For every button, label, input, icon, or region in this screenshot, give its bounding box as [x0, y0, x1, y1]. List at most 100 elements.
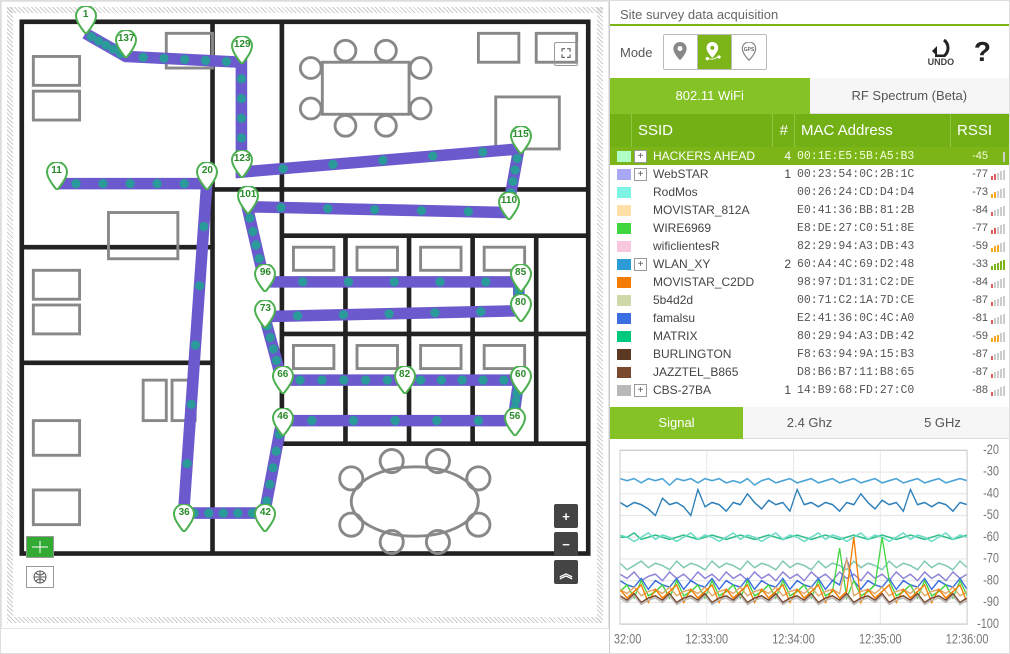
network-row[interactable]: JAZZTEL_B865D8:B6:B7:11:B8:65-87	[610, 363, 1009, 381]
svg-text:-80: -80	[983, 572, 999, 587]
mode-point-button[interactable]	[664, 35, 698, 69]
survey-waypoint[interactable]: 129	[230, 36, 254, 64]
survey-waypoint[interactable]: 1	[74, 6, 98, 34]
network-row[interactable]: +WebSTAR100:23:54:0C:2B:1C-77	[610, 165, 1009, 183]
network-row[interactable]: wificlientesR82:29:94:A3:DB:43-59	[610, 237, 1009, 255]
network-row[interactable]: 5b4d2d00:71:C2:1A:7D:CE-87	[610, 291, 1009, 309]
network-row[interactable]: BURLINGTONF8:63:94:9A:15:B3-87	[610, 345, 1009, 363]
survey-waypoint[interactable]: 36	[172, 504, 196, 532]
mode-gps-button[interactable]: GPS	[732, 35, 766, 69]
network-row[interactable]: +WLAN_XY260:A4:4C:69:D2:48-33	[610, 255, 1009, 273]
network-row[interactable]: famalsuE2:41:36:0C:4C:A0-81	[610, 309, 1009, 327]
signal-chart: -20-30-40-50-60-70-80-90-10012:32:0012:3…	[610, 439, 1009, 653]
waypoint-number: 96	[253, 267, 277, 278]
fullscreen-button[interactable]: ⛶	[554, 42, 578, 66]
network-row[interactable]: WIRE6969E8:DE:27:C0:51:8E-77	[610, 219, 1009, 237]
survey-waypoint[interactable]: 73	[253, 300, 277, 328]
undo-button[interactable]: UNDO	[926, 37, 956, 67]
minus-icon: −	[562, 537, 570, 552]
band-tabs: 802.11 WiFi RF Spectrum (Beta)	[610, 78, 1009, 114]
waypoint-number: 137	[114, 33, 138, 44]
network-row[interactable]: MATRIX80:29:94:A3:DB:42-59	[610, 327, 1009, 345]
network-row[interactable]: +HACKERS AHEAD400:1E:E5:5B:A5:B3-45	[610, 147, 1009, 165]
svg-text:-20: -20	[983, 443, 999, 457]
network-rssi: -87	[951, 366, 1005, 378]
tab-rf-spectrum[interactable]: RF Spectrum (Beta)	[810, 78, 1010, 114]
expand-icon[interactable]: +	[634, 150, 647, 163]
network-count: 4	[783, 149, 797, 163]
network-count: 2	[783, 257, 797, 271]
floor-selector-button[interactable]	[26, 536, 54, 558]
survey-waypoint[interactable]: 85	[509, 264, 533, 292]
col-count[interactable]: #	[773, 114, 795, 147]
network-row[interactable]: RodMos00:26:24:CD:D4:D4-73	[610, 183, 1009, 201]
survey-waypoint[interactable]: 110	[497, 192, 521, 220]
survey-waypoint[interactable]: 60	[509, 366, 533, 394]
globe-icon	[33, 570, 47, 584]
svg-text:-60: -60	[983, 529, 999, 544]
col-rssi[interactable]: RSSI	[951, 114, 1009, 147]
network-color-swatch	[617, 187, 631, 198]
network-color-swatch	[617, 169, 631, 180]
collapse-button[interactable]: ︽	[554, 560, 578, 584]
network-ssid: JAZZTEL_B865	[653, 365, 783, 379]
network-table-body[interactable]: +HACKERS AHEAD400:1E:E5:5B:A5:B3-45+WebS…	[610, 147, 1009, 399]
tab-24ghz[interactable]: 2.4 Ghz	[743, 407, 876, 439]
waypoint-number: 66	[271, 369, 295, 380]
svg-text:12:32:00: 12:32:00	[614, 632, 641, 647]
col-ssid[interactable]: SSID	[632, 114, 773, 147]
mode-selector: GPS	[663, 34, 767, 70]
survey-waypoint[interactable]: 82	[393, 366, 417, 394]
svg-text:12:33:00: 12:33:00	[685, 632, 728, 647]
survey-waypoint[interactable]: 96	[253, 264, 277, 292]
tab-wifi[interactable]: 802.11 WiFi	[610, 78, 810, 114]
zoom-out-button[interactable]: −	[554, 532, 578, 556]
survey-waypoint[interactable]: 66	[271, 366, 295, 394]
survey-waypoint[interactable]: 101	[236, 186, 260, 214]
svg-text:-50: -50	[983, 507, 999, 522]
undo-label: UNDO	[928, 57, 955, 67]
network-color-swatch	[617, 259, 631, 270]
network-mac: 00:23:54:0C:2B:1C	[797, 168, 951, 181]
survey-waypoint[interactable]: 20	[195, 162, 219, 190]
network-count: 1	[783, 167, 797, 181]
network-row[interactable]: MOVISTAR_C2DD98:97:D1:31:C2:DE-84	[610, 273, 1009, 291]
expand-icon[interactable]: +	[634, 384, 647, 397]
tab-5ghz[interactable]: 5 GHz	[876, 407, 1009, 439]
gps-pin-icon: GPS	[740, 42, 758, 62]
survey-waypoint[interactable]: 80	[509, 294, 533, 322]
network-ssid: RodMos	[653, 185, 783, 199]
survey-waypoint[interactable]: 11	[45, 162, 69, 190]
floor-plan-panel: 1 137 129 11 20 123 115 101 110 96 85 73 80 66 82 60 46 5…	[1, 1, 609, 653]
network-row[interactable]: MOVISTAR_812AE0:41:36:BB:81:2B-84	[610, 201, 1009, 219]
survey-waypoint[interactable]: 42	[253, 504, 277, 532]
waypoint-number: 115	[509, 129, 533, 140]
network-rssi: -84	[951, 276, 1005, 288]
network-rssi: -87	[951, 348, 1005, 360]
network-ssid: wificlientesR	[653, 239, 783, 253]
globe-button[interactable]	[26, 566, 54, 588]
waypoint-number: 11	[45, 165, 69, 176]
survey-waypoint[interactable]: 115	[509, 126, 533, 154]
survey-waypoint[interactable]: 46	[271, 408, 295, 436]
network-ssid: HACKERS AHEAD	[653, 149, 783, 163]
network-table-header: SSID # MAC Address RSSI	[610, 114, 1009, 147]
survey-waypoint[interactable]: 123	[230, 150, 254, 178]
waypoint-number: 60	[509, 369, 533, 380]
network-mac: E0:41:36:BB:81:2B	[797, 204, 951, 217]
tab-signal[interactable]: Signal	[610, 407, 743, 439]
network-color-swatch	[617, 295, 631, 306]
survey-waypoint[interactable]: 137	[114, 30, 138, 58]
expand-icon[interactable]: +	[634, 258, 647, 271]
svg-text:-30: -30	[983, 464, 999, 479]
floor-plan-canvas[interactable]: 1 137 129 11 20 123 115 101 110 96 85 73 80 66 82 60 46 5…	[1, 1, 609, 629]
mode-path-button[interactable]	[698, 35, 732, 69]
help-button[interactable]: ?	[966, 36, 999, 68]
network-row[interactable]: +CBS-27BA114:B9:68:FD:27:C0-88	[610, 381, 1009, 399]
col-mac[interactable]: MAC Address	[795, 114, 951, 147]
network-rssi: -77	[951, 168, 1005, 180]
zoom-in-button[interactable]: +	[554, 504, 578, 528]
survey-waypoint[interactable]: 56	[503, 408, 527, 436]
waypoint-number: 101	[236, 189, 260, 200]
expand-icon[interactable]: +	[634, 168, 647, 181]
